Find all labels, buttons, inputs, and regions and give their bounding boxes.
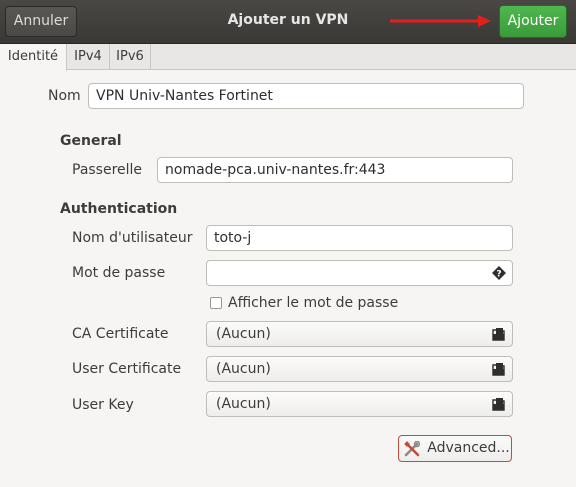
user-certificate-label: User Certificate [72, 361, 182, 377]
password-label: Mot de passe [72, 265, 166, 281]
name-label: Nom [48, 88, 81, 104]
document-open-icon [492, 398, 505, 411]
tab-strip: Identité IPv4 IPv6 [0, 44, 576, 71]
username-field[interactable]: toto-j [206, 225, 513, 251]
tools-icon [404, 441, 420, 457]
annotation-arrow-icon [390, 15, 491, 27]
svg-text:?: ? [496, 270, 501, 280]
tab-identity[interactable]: Identité [0, 44, 67, 71]
add-button[interactable]: Ajouter [499, 5, 567, 38]
username-label: Nom d'utilisateur [72, 230, 193, 246]
user-key-label: User Key [72, 397, 134, 413]
user-key-chooser[interactable]: (Aucun) [206, 391, 513, 417]
general-heading: General [60, 133, 122, 149]
advanced-label: Advanced... [427, 440, 510, 456]
user-key-value: (Aucun) [216, 396, 271, 412]
show-password-checkbox[interactable] [210, 297, 222, 309]
tab-ipv4[interactable]: IPv4 [67, 44, 110, 70]
ca-certificate-chooser[interactable]: (Aucun) [206, 321, 513, 347]
password-field[interactable]: ? [206, 260, 513, 286]
tab-ipv6[interactable]: IPv6 [110, 44, 151, 70]
user-certificate-value: (Aucun) [216, 361, 271, 377]
document-open-icon [492, 328, 505, 341]
show-password-label: Afficher le mot de passe [228, 295, 399, 311]
gateway-label: Passerelle [72, 162, 143, 178]
user-certificate-chooser[interactable]: (Aucun) [206, 356, 513, 382]
ca-certificate-value: (Aucun) [216, 326, 271, 342]
document-open-icon [492, 363, 505, 376]
gateway-field[interactable]: nomade-pca.univ-nantes.fr:443 [157, 157, 513, 183]
password-storage-icon[interactable]: ? [491, 265, 507, 281]
authentication-heading: Authentication [60, 201, 178, 217]
ca-certificate-label: CA Certificate [72, 326, 169, 342]
advanced-button[interactable]: Advanced... [398, 435, 512, 462]
name-field[interactable]: VPN Univ-Nantes Fortinet [88, 83, 524, 109]
header-bar: Annuler Ajouter un VPN Ajouter [0, 0, 576, 44]
